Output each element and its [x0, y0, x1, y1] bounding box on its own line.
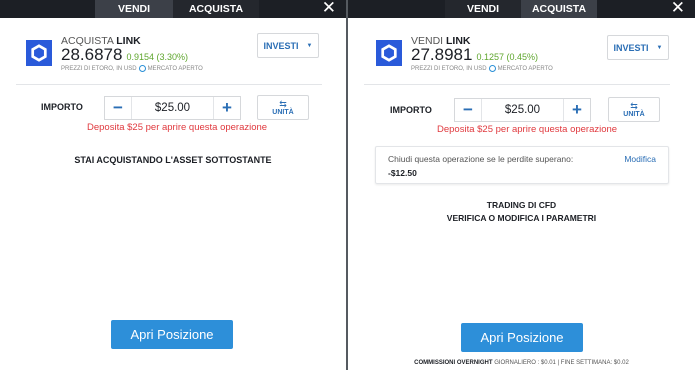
- overnight-daily: GIORNALIERO : $0.01: [494, 360, 556, 366]
- underlying-asset-notice: STAI ACQUISTANDO L'ASSET SOTTOSTANTE: [74, 155, 272, 165]
- overnight-weekend: FINE SETTIMANA: $0.02: [560, 360, 629, 366]
- overnight-title: COMMISSIONI OVERNIGHT: [414, 360, 493, 366]
- stop-loss-label: Chiudi questa operazione se le perdite s…: [388, 154, 574, 164]
- cfd-subtitle: VERIFICA O MODIFICA I PARAMETRI: [446, 213, 597, 223]
- invest-label: INVESTI: [263, 40, 299, 51]
- open-position-button[interactable]: Apri Posizione: [111, 320, 233, 349]
- amount-input[interactable]: $25.00: [131, 97, 214, 119]
- deposit-warning: Deposita $25 per aprire questa operazion…: [437, 124, 618, 135]
- divider: [16, 84, 322, 85]
- invest-label: INVESTI: [613, 42, 649, 53]
- price-source: PREZZI DI ETORO, IN USD: [61, 65, 137, 72]
- clock-icon: [138, 65, 146, 72]
- chainlink-logo-icon: [26, 40, 52, 66]
- price-note: PREZZI DI ETORO, IN USD MERCATO APERTO: [61, 65, 203, 72]
- open-position-button[interactable]: Apri Posizione: [461, 323, 583, 352]
- units-label: UNITÀ: [272, 108, 294, 116]
- tab-sell[interactable]: VENDI: [445, 0, 521, 18]
- price-row: 28.6878 0.9154 (3.30%): [61, 45, 188, 65]
- trade-tabs: VENDI ACQUISTA: [95, 0, 259, 18]
- tab-buy[interactable]: ACQUISTA: [173, 0, 259, 18]
- chainlink-logo-icon: [376, 40, 402, 66]
- price-change: 0.1257 (0.45%): [476, 52, 538, 62]
- clock-icon: [488, 65, 496, 72]
- stop-loss-edit-link[interactable]: Modifica: [624, 154, 656, 164]
- units-toggle-button[interactable]: ⇆ UNITÀ: [257, 95, 309, 120]
- market-status: MERCATO APERTO: [497, 65, 553, 72]
- amount-stepper: − $25.00 +: [454, 98, 591, 122]
- swap-icon: ⇆: [279, 98, 287, 109]
- plus-button[interactable]: +: [564, 99, 590, 121]
- price-source: PREZZI DI ETORO, IN USD: [411, 65, 487, 72]
- price-note: PREZZI DI ETORO, IN USD MERCATO APERTO: [411, 65, 553, 72]
- caret-down-icon: ▼: [656, 44, 663, 51]
- tab-buy[interactable]: ACQUISTA: [521, 0, 597, 18]
- cfd-title: TRADING DI CFD: [486, 200, 557, 210]
- deposit-warning: Deposita $25 per aprire questa operazion…: [87, 122, 268, 133]
- price-row: 27.8981 0.1257 (0.45%): [411, 45, 538, 65]
- amount-stepper: − $25.00 +: [104, 96, 241, 120]
- close-icon[interactable]: ✕: [671, 0, 685, 17]
- invest-dropdown[interactable]: INVESTI ▼: [607, 35, 669, 60]
- amount-label: IMPORTO: [41, 102, 83, 112]
- caret-down-icon: ▼: [306, 42, 313, 49]
- buy-panel: VENDI ACQUISTA ✕ ACQUISTA LINK 28.6878 0…: [0, 0, 346, 370]
- units-toggle-button[interactable]: ⇆ UNITÀ: [608, 97, 660, 122]
- close-icon[interactable]: ✕: [322, 0, 336, 17]
- plus-button[interactable]: +: [214, 97, 240, 119]
- sell-panel: VENDI ACQUISTA ✕ VENDI LINK 27.8981 0.12…: [348, 0, 695, 370]
- stop-loss-box: Chiudi questa operazione se le perdite s…: [375, 146, 669, 184]
- units-label: UNITÀ: [623, 110, 645, 118]
- overnight-fees: COMMISSIONI OVERNIGHT GIORNALIERO : $0.0…: [414, 360, 629, 366]
- amount-input[interactable]: $25.00: [481, 99, 564, 121]
- amount-label: IMPORTO: [390, 105, 432, 115]
- minus-button[interactable]: −: [105, 97, 131, 119]
- swap-icon: ⇆: [630, 100, 638, 111]
- stop-loss-value: -$12.50: [388, 168, 417, 178]
- divider: [364, 84, 670, 85]
- trade-tabs: VENDI ACQUISTA: [445, 0, 597, 18]
- asset-price: 27.8981: [411, 45, 473, 64]
- asset-price: 28.6878: [61, 45, 123, 64]
- invest-dropdown[interactable]: INVESTI ▼: [257, 33, 319, 58]
- price-change: 0.9154 (3.30%): [126, 52, 188, 62]
- market-status: MERCATO APERTO: [147, 65, 203, 72]
- minus-button[interactable]: −: [455, 99, 481, 121]
- tab-sell[interactable]: VENDI: [95, 0, 173, 18]
